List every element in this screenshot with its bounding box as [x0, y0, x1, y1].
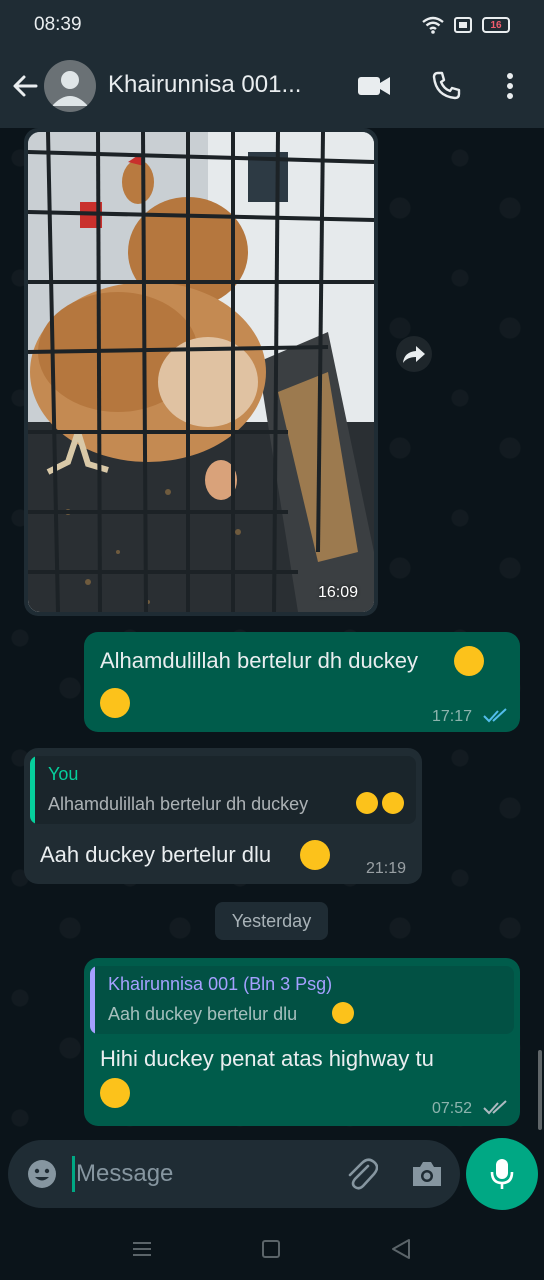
battery-icon: 16 — [482, 17, 510, 33]
nav-back-icon[interactable] — [390, 1238, 412, 1260]
quoted-message[interactable]: Khairunnisa 001 (Bln 3 Psg) Aah duckey b… — [90, 966, 514, 1034]
more-vert-icon[interactable] — [498, 70, 522, 102]
quote-bar — [90, 966, 95, 1034]
image-message-photo[interactable]: 16:09 — [28, 132, 374, 612]
video-call-icon[interactable] — [356, 72, 392, 100]
system-nav-bar — [0, 1218, 544, 1280]
recent-apps-icon[interactable] — [132, 1240, 152, 1258]
battery-level: 16 — [490, 19, 502, 31]
hand-over-mouth-emoji — [382, 792, 404, 814]
message-time: 21:19 — [366, 860, 407, 877]
quote-text: Alhamdulillah bertelur dh duckey — [48, 794, 309, 814]
quote-bar — [30, 756, 35, 824]
outgoing-message-bubble[interactable]: Alhamdulillah bertelur dh duckey 17:17 — [84, 632, 520, 732]
quote-text: Aah duckey bertelur dlu — [108, 1004, 298, 1024]
hen-photo-image — [28, 132, 374, 612]
wifi-icon — [422, 16, 444, 34]
quote-author: You — [48, 764, 79, 784]
home-icon[interactable] — [262, 1240, 280, 1258]
message-composer — [8, 1140, 460, 1208]
message-time: 16:09 — [317, 584, 358, 601]
message-time: 17:17 — [432, 708, 473, 725]
notification-icon — [454, 17, 472, 33]
forward-button[interactable] — [396, 336, 432, 372]
avatar-icon — [52, 71, 88, 106]
tears-of-joy-emoji — [332, 1002, 354, 1024]
message-text: Aah duckey bertelur dlu — [40, 842, 272, 867]
hand-over-mouth-emoji — [100, 688, 130, 718]
delivered-ticks-icon — [483, 1100, 507, 1115]
back-arrow-icon[interactable] — [10, 70, 42, 102]
phone-icon[interactable] — [430, 70, 462, 102]
read-ticks-icon — [483, 708, 507, 723]
status-bar: 08:39 16 — [0, 0, 544, 52]
camera-icon[interactable] — [410, 1158, 444, 1190]
mic-icon — [490, 1159, 514, 1189]
quote-author: Khairunnisa 001 (Bln 3 Psg) — [108, 974, 333, 994]
message-text: Hihi duckey penat atas highway tu — [100, 1046, 434, 1071]
text-cursor — [72, 1156, 75, 1192]
chat-header: Khairunnisa 001... — [0, 52, 544, 128]
mic-button[interactable] — [466, 1138, 538, 1210]
date-separator: Yesterday — [215, 902, 328, 940]
forward-icon — [403, 346, 425, 363]
avatar[interactable] — [44, 60, 96, 112]
quoted-message[interactable]: You Alhamdulillah bertelur dh duckey — [30, 756, 416, 824]
incoming-message-bubble[interactable]: You Alhamdulillah bertelur dh duckey Aah… — [24, 748, 422, 884]
contact-name[interactable]: Khairunnisa 001... — [108, 71, 301, 99]
status-icons: 16 — [422, 16, 510, 34]
attach-icon[interactable] — [344, 1156, 378, 1192]
image-message-bubble[interactable]: 16:09 — [24, 128, 378, 616]
hand-over-mouth-emoji — [454, 646, 484, 676]
scrollbar[interactable] — [538, 1050, 542, 1130]
tears-of-joy-emoji — [100, 1078, 130, 1108]
hand-over-mouth-emoji — [356, 792, 378, 814]
tears-of-joy-emoji — [300, 840, 330, 870]
emoji-icon[interactable] — [26, 1158, 58, 1190]
message-time: 07:52 — [432, 1100, 473, 1117]
status-time: 08:39 — [34, 14, 82, 35]
message-text: Alhamdulillah bertelur dh duckey — [100, 648, 418, 673]
message-input[interactable] — [76, 1157, 326, 1191]
outgoing-message-bubble[interactable]: Khairunnisa 001 (Bln 3 Psg) Aah duckey b… — [84, 958, 520, 1126]
